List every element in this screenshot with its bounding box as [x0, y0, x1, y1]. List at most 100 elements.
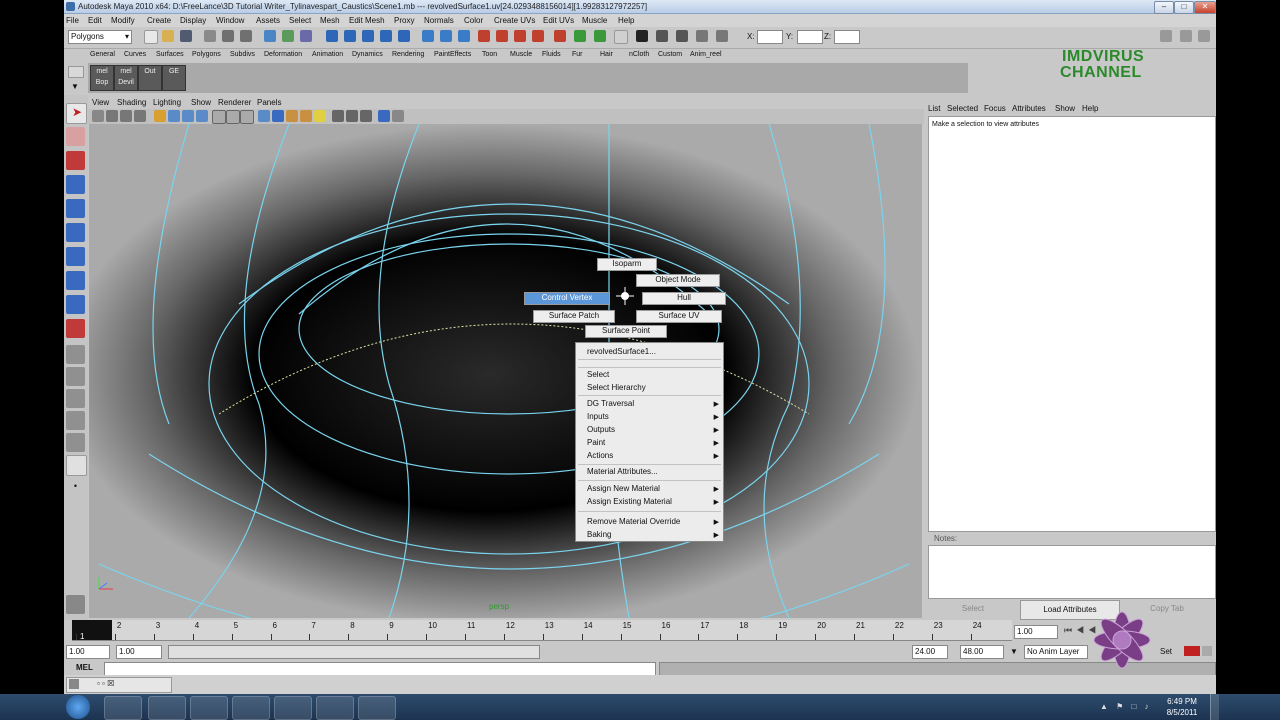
soft-mod-tool-icon[interactable] — [66, 271, 85, 290]
shelf-tab-hair[interactable]: Hair — [600, 51, 613, 58]
menu-modify[interactable]: Modify — [111, 16, 135, 25]
two-d-pan-icon[interactable] — [134, 110, 146, 122]
context-menu-item[interactable]: Select Hierarchy — [587, 383, 646, 392]
layout-four-icon[interactable] — [66, 367, 85, 386]
show-manipulator-icon[interactable] — [66, 295, 85, 314]
attr-menu-help[interactable]: Help — [1082, 104, 1098, 113]
attr-menu-focus[interactable]: Focus — [984, 104, 1006, 113]
perspective-viewport[interactable]: persp Isoparm Object Mode Control Vertex… — [89, 124, 922, 618]
menu-edit-mesh[interactable]: Edit Mesh — [349, 16, 385, 25]
image-plane-icon[interactable] — [120, 110, 132, 122]
close-button[interactable]: ✕ — [1194, 1, 1216, 14]
grid-icon[interactable] — [154, 110, 166, 122]
snap-curve-icon[interactable] — [344, 30, 356, 42]
shelf-tab-general[interactable]: General — [90, 51, 115, 58]
menu-edit[interactable]: Edit — [88, 16, 102, 25]
notes-field[interactable] — [928, 545, 1216, 599]
context-menu-item[interactable]: Assign Existing Material — [587, 497, 672, 506]
snap-point-icon[interactable] — [362, 30, 374, 42]
shelf-tab-custom[interactable]: Custom — [658, 51, 682, 58]
shelf-tab-painteffects[interactable]: PaintEffects — [434, 51, 471, 58]
shelf-tab-fur[interactable]: Fur — [572, 51, 583, 58]
firefox-icon[interactable] — [232, 696, 270, 720]
menu-muscle[interactable]: Muscle — [582, 16, 607, 25]
layout-single-icon[interactable] — [66, 345, 85, 364]
context-menu-item[interactable]: Assign New Material — [587, 484, 660, 493]
maximize-button[interactable]: □ — [1174, 1, 1194, 14]
auto-key-icon[interactable] — [1184, 646, 1200, 656]
select-hierarchy-icon[interactable] — [204, 30, 216, 42]
marking-menu-object-mode[interactable]: Object Mode — [636, 274, 720, 287]
panel-menu-lighting[interactable]: Lighting — [153, 98, 181, 107]
paint-select-tool-icon[interactable] — [66, 151, 85, 170]
isolate-select-icon[interactable] — [332, 110, 344, 122]
relative-transform-icon[interactable] — [716, 30, 728, 42]
attr-menu-selected[interactable]: Selected — [947, 104, 978, 113]
input-output-icon[interactable] — [440, 30, 452, 42]
hypershade-icon[interactable] — [532, 30, 544, 42]
open-scene-icon[interactable] — [162, 30, 174, 42]
context-menu-item[interactable]: Actions — [587, 451, 613, 460]
restore-icon[interactable]: ▫ ▫ ☒ — [97, 679, 114, 688]
skype-icon[interactable] — [274, 696, 312, 720]
panel-menu-view[interactable]: View — [92, 98, 109, 107]
end-time-field[interactable]: 48.00 — [960, 645, 1004, 659]
layout-graph-icon[interactable] — [66, 433, 85, 452]
shelf-button-devil[interactable]: mel Devil — [114, 65, 138, 91]
scale-tool-icon[interactable] — [66, 223, 85, 242]
shelf-tab-toon[interactable]: Toon — [482, 51, 497, 58]
layout-two-icon[interactable] — [66, 389, 85, 408]
layout-persp-outliner-icon[interactable] — [66, 411, 85, 430]
hud-icon[interactable] — [392, 110, 404, 122]
attribute-editor-toggle-icon[interactable] — [1180, 30, 1192, 42]
context-menu-item[interactable]: DG Traversal — [587, 399, 634, 408]
shelf-tab-anim-reel[interactable]: Anim_reel — [690, 51, 722, 58]
rotate-tool-icon[interactable] — [66, 199, 85, 218]
camera-bookmarks-icon[interactable] — [106, 110, 118, 122]
preferences-icon[interactable] — [1202, 646, 1212, 656]
menu-select[interactable]: Select — [289, 16, 311, 25]
camera-attributes-icon[interactable] — [92, 110, 104, 122]
chevron-down-icon[interactable]: ▼ — [1010, 647, 1018, 656]
panel-menu-shading[interactable]: Shading — [117, 98, 146, 107]
shelf-tab-rendering[interactable]: Rendering — [392, 51, 424, 58]
menu-color[interactable]: Color — [464, 16, 483, 25]
film-gate-icon[interactable] — [168, 110, 180, 122]
save-scene-icon[interactable] — [180, 30, 192, 42]
start-time-field[interactable]: 1.00 — [66, 645, 110, 659]
shelf-menu-button[interactable] — [68, 66, 84, 78]
mel-label[interactable]: MEL — [76, 663, 93, 672]
tool-settings-toggle-icon[interactable] — [1198, 30, 1210, 42]
maya-taskbar-icon[interactable] — [316, 696, 354, 720]
show-attribute-editor-icon[interactable] — [594, 30, 606, 42]
minimized-window[interactable]: ▫ ▫ ☒ — [66, 677, 172, 693]
manipulator-tool-icon[interactable] — [66, 247, 85, 266]
menu-help[interactable]: Help — [618, 16, 634, 25]
playback-end-field[interactable]: 24.00 — [912, 645, 948, 659]
use-all-lights-icon[interactable] — [272, 110, 284, 122]
select-tool-icon[interactable]: ➤ — [66, 103, 87, 124]
marking-menu-surface-point[interactable]: Surface Point — [585, 325, 667, 338]
explorer-icon[interactable] — [148, 696, 186, 720]
menu-mesh[interactable]: Mesh — [320, 16, 340, 25]
start-button[interactable] — [66, 695, 90, 719]
internet-explorer-icon[interactable] — [104, 696, 142, 720]
context-menu-item[interactable]: Material Attributes... — [587, 467, 658, 476]
shelf-tab-fluids[interactable]: Fluids — [542, 51, 561, 58]
context-menu-item[interactable]: Outputs — [587, 425, 615, 434]
context-menu-item[interactable]: revolvedSurface1... — [587, 347, 656, 356]
menu-display[interactable]: Display — [180, 16, 206, 25]
joint-mask-icon[interactable] — [300, 30, 312, 42]
context-menu-item[interactable]: Remove Material Override — [587, 517, 680, 526]
render-view-icon[interactable] — [554, 30, 566, 42]
panel-menu-renderer[interactable]: Renderer — [218, 98, 251, 107]
shelf-tab-surfaces[interactable]: Surfaces — [156, 51, 184, 58]
shelf-tab-subdivs[interactable]: Subdivs — [230, 51, 255, 58]
render-current-frame-icon[interactable] — [478, 30, 490, 42]
minimize-button[interactable]: – — [1154, 1, 1174, 14]
select-button[interactable]: Select — [928, 600, 1018, 618]
numeric-input-icon[interactable] — [656, 30, 668, 42]
time-slider[interactable]: 2 3 4 5 6 7 8 9 10 11 12 13 14 15 16 17 18 19 20 21 22 23 24 — [72, 620, 1012, 641]
history-icon[interactable] — [422, 30, 434, 42]
menu-set-dropdown[interactable]: Polygons ▾ — [68, 30, 132, 44]
